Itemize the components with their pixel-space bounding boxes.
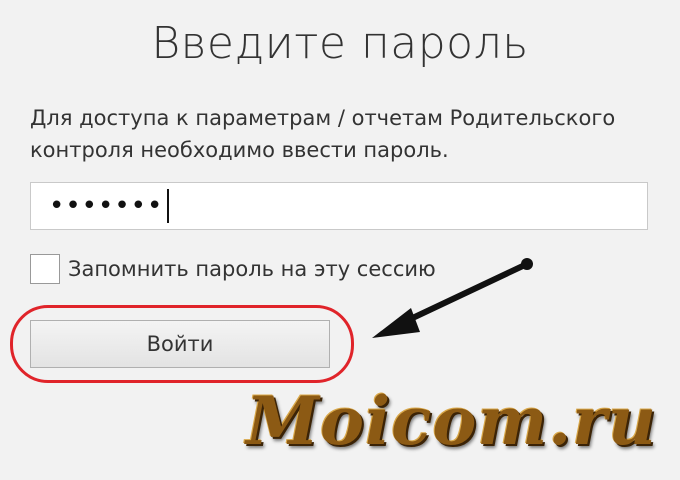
arrow-shaft [399, 261, 530, 326]
site-watermark-logo: Moicom.ru [246, 382, 657, 460]
arrow-head [372, 308, 420, 338]
arrow-tail-dot [521, 258, 533, 270]
